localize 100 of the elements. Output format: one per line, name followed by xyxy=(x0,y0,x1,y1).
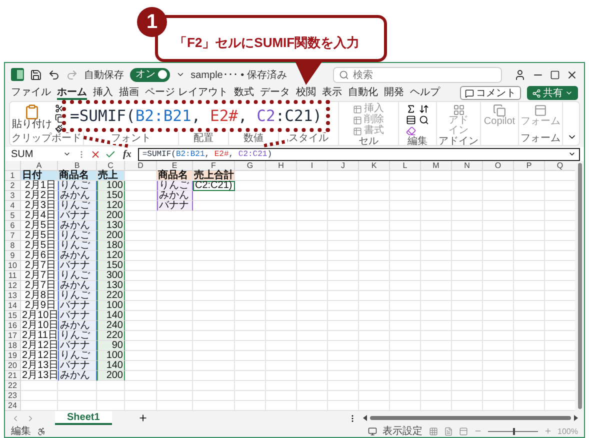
row-number[interactable]: 15 xyxy=(5,311,21,321)
row-number[interactable]: 20 xyxy=(5,361,21,371)
horizontal-scrollbar[interactable] xyxy=(363,414,578,422)
page-layout-icon[interactable] xyxy=(444,426,453,436)
column-header[interactable]: K xyxy=(359,161,390,171)
row-number[interactable]: 11 xyxy=(5,271,21,281)
column-header[interactable]: C xyxy=(97,161,125,171)
caret-icon[interactable] xyxy=(176,70,185,79)
column-header[interactable]: J xyxy=(328,161,359,171)
ribbon-tab[interactable]: 自動化 xyxy=(348,86,378,100)
autosave-toggle[interactable]: オン xyxy=(130,68,170,82)
row-number[interactable]: 7 xyxy=(5,231,21,241)
copy-icon[interactable] xyxy=(55,114,64,123)
table-cell: 220 xyxy=(97,291,125,301)
ribbon-tab[interactable]: ヘルプ xyxy=(410,86,440,100)
sheet-tab[interactable]: Sheet1 xyxy=(55,411,112,425)
ribbon-tab[interactable]: ホーム xyxy=(57,86,87,100)
comment-button[interactable]: コメント xyxy=(460,86,521,100)
save-icon[interactable] xyxy=(30,68,42,80)
scroll-right-icon[interactable] xyxy=(574,415,578,421)
close-icon[interactable] xyxy=(566,68,578,80)
ribbon-tab[interactable]: ファイル xyxy=(11,86,51,100)
zoom-thumb[interactable] xyxy=(512,428,515,434)
group-label: フォーム xyxy=(520,133,562,144)
ribbon-tab[interactable]: 描画 xyxy=(119,86,139,100)
vertical-scrollbar[interactable] xyxy=(575,161,584,411)
ribbon-tab[interactable]: データ xyxy=(260,86,290,100)
column-header[interactable]: A xyxy=(21,161,58,171)
table-cell: 200 xyxy=(97,371,125,381)
row-number[interactable]: 16 xyxy=(5,321,21,331)
column-header[interactable]: I xyxy=(297,161,328,171)
name-box[interactable]: SUM xyxy=(9,148,73,160)
ribbon-tab[interactable]: 数式 xyxy=(234,86,254,100)
share-button[interactable]: 共有 xyxy=(527,86,578,100)
column-header[interactable]: F xyxy=(193,161,235,171)
row-number[interactable]: 6 xyxy=(5,221,21,231)
table-cell: みかん xyxy=(58,251,97,261)
ribbon-tab[interactable]: 開発 xyxy=(384,86,404,100)
row-number[interactable]: 22 xyxy=(5,381,21,391)
scroll-left-icon[interactable] xyxy=(363,415,367,421)
search-field[interactable]: 検索 xyxy=(332,66,502,82)
display-settings-link[interactable]: 表示設定 xyxy=(382,424,423,437)
row-number[interactable]: 23 xyxy=(5,391,21,401)
row-number[interactable]: 21 xyxy=(5,371,21,381)
column-header[interactable]: M xyxy=(421,161,452,171)
row-number[interactable]: 5 xyxy=(5,211,21,221)
add-sheet-icon[interactable] xyxy=(138,413,148,423)
ribbon-tab[interactable]: ページ レイアウト xyxy=(145,86,228,100)
row-number[interactable]: 18 xyxy=(5,341,21,351)
formula-field[interactable]: =SUMIF(B2:B21, E2#, C2:C21) xyxy=(138,148,580,160)
maximize-icon[interactable] xyxy=(550,70,560,80)
table-cell: 100 xyxy=(97,301,125,311)
column-header[interactable]: B xyxy=(58,161,97,171)
expand-icon[interactable] xyxy=(568,150,576,158)
fill-icon[interactable] xyxy=(406,115,416,125)
column-header[interactable]: O xyxy=(483,161,514,171)
column-header[interactable]: D xyxy=(125,161,157,171)
row-number[interactable]: 1 xyxy=(5,171,21,181)
row-number[interactable]: 24 xyxy=(5,401,21,411)
ribbon-tab[interactable]: 挿入 xyxy=(93,86,113,100)
sum-icon[interactable] xyxy=(406,104,416,114)
user-icon[interactable] xyxy=(514,68,526,80)
row-number[interactable]: 4 xyxy=(5,201,21,211)
column-header[interactable]: P xyxy=(514,161,545,171)
column-header[interactable]: H xyxy=(266,161,297,171)
row-number[interactable]: 17 xyxy=(5,331,21,341)
row-number[interactable]: 14 xyxy=(5,301,21,311)
ribbon-tab[interactable]: 表示 xyxy=(322,86,342,100)
sort-icon[interactable] xyxy=(419,104,429,114)
column-header[interactable]: L xyxy=(390,161,421,171)
accessibility-icon[interactable] xyxy=(37,426,46,436)
row-number[interactable]: 8 xyxy=(5,241,21,251)
row-number[interactable]: 3 xyxy=(5,191,21,201)
normal-view-icon[interactable] xyxy=(428,426,438,436)
row-number[interactable]: 2 xyxy=(5,181,21,191)
cancel-icon[interactable] xyxy=(90,148,101,160)
row-number[interactable]: 13 xyxy=(5,291,21,301)
row-number[interactable]: 19 xyxy=(5,351,21,361)
eraser-icon[interactable] xyxy=(406,126,416,136)
callout-pointer xyxy=(294,59,324,85)
function-button[interactable]: fx xyxy=(123,148,132,160)
clipboard-icon xyxy=(24,104,40,120)
column-header[interactable]: Q xyxy=(545,161,576,171)
column-header[interactable]: E xyxy=(157,161,193,171)
row-number[interactable]: 12 xyxy=(5,281,21,291)
row-number[interactable]: 9 xyxy=(5,251,21,261)
row-number[interactable]: 10 xyxy=(5,261,21,271)
page-break-icon[interactable] xyxy=(458,426,468,436)
ribbon-tab[interactable]: 校閲 xyxy=(296,86,316,100)
cut-icon[interactable] xyxy=(55,104,64,113)
paste-button[interactable]: 貼り付け xyxy=(12,104,52,130)
column-header[interactable]: N xyxy=(452,161,483,171)
display-icon[interactable] xyxy=(368,426,377,436)
table-cell: 2月11日 xyxy=(21,331,58,341)
undo-icon[interactable] xyxy=(48,68,60,80)
column-header[interactable]: G xyxy=(235,161,266,171)
check-icon[interactable] xyxy=(105,148,116,160)
table-cell: 2月13日 xyxy=(21,361,58,371)
brush-icon[interactable] xyxy=(55,124,64,133)
search-icon[interactable] xyxy=(419,115,429,125)
